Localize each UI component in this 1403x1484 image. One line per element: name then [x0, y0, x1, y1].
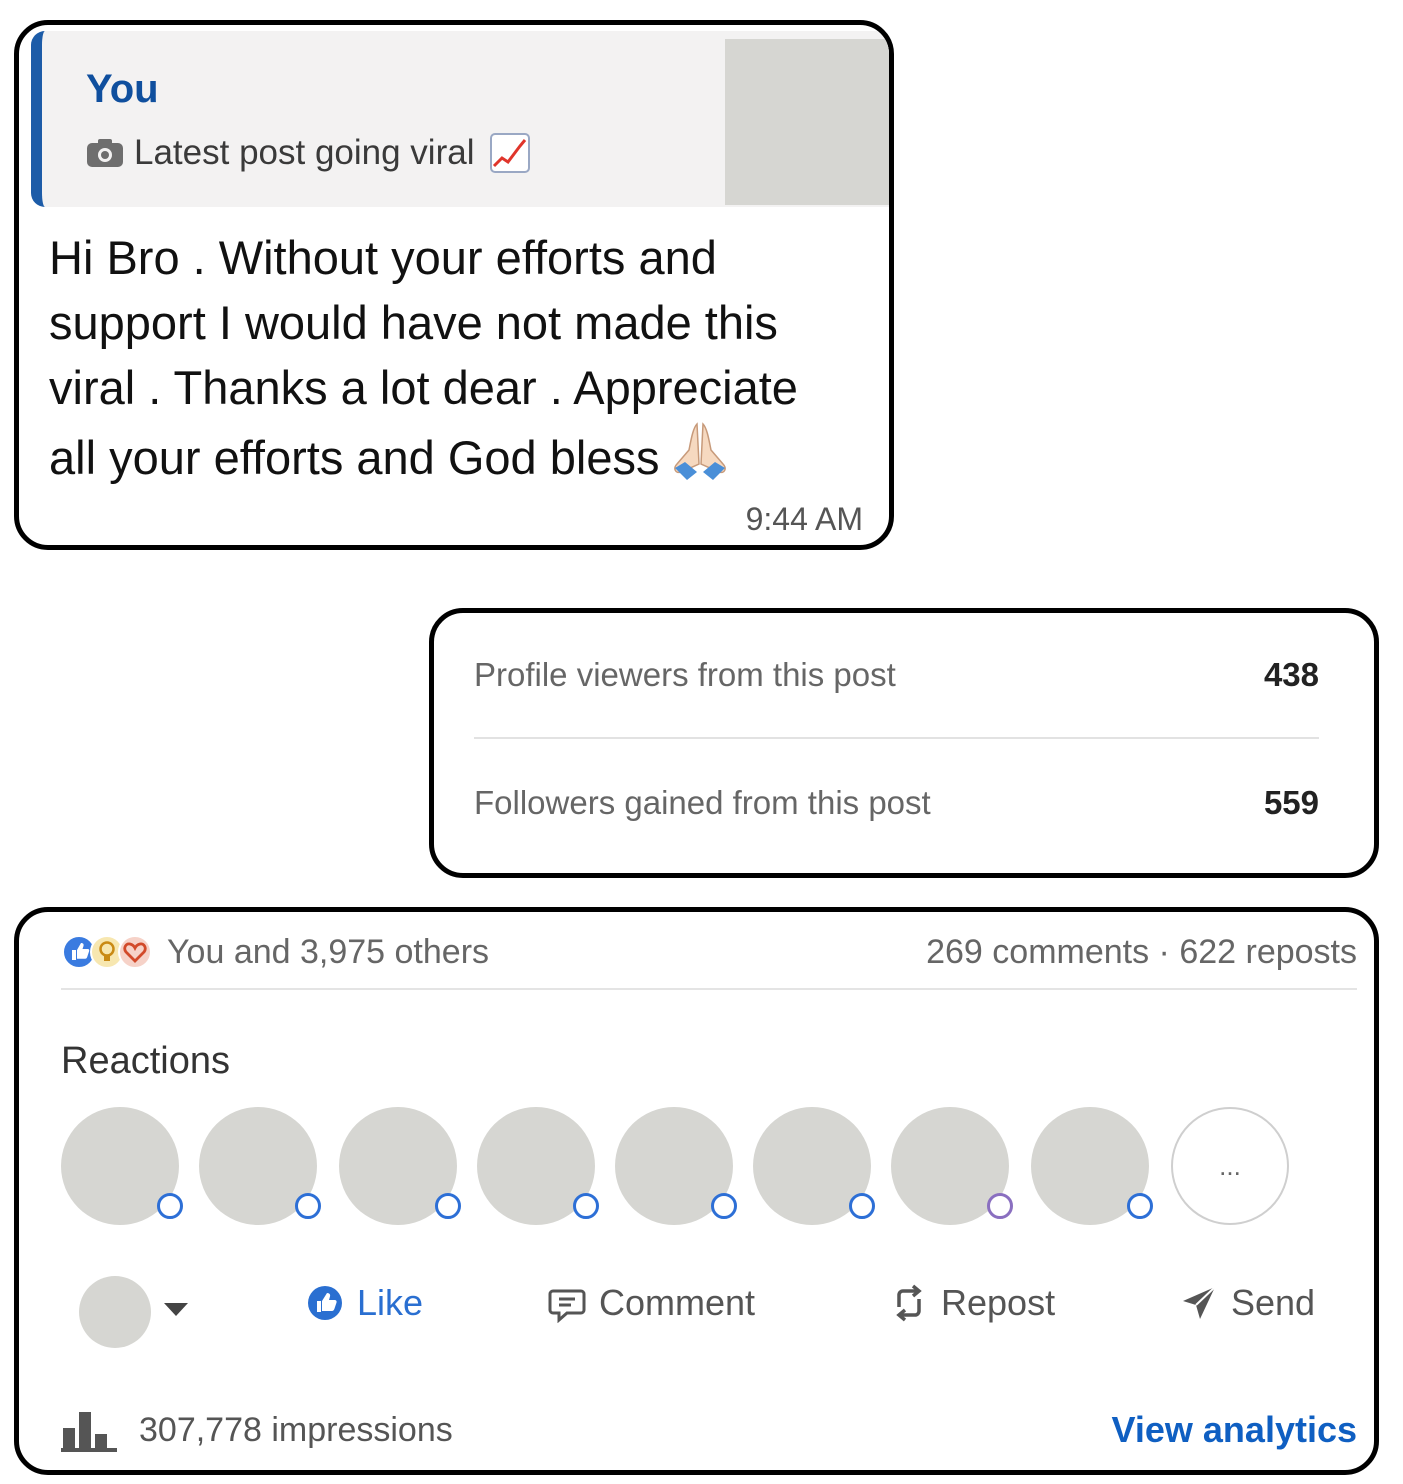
reactors-count: You and 3,975 others	[167, 932, 490, 971]
reactions-summary[interactable]: You and 3,975 others	[61, 933, 489, 972]
repost-button[interactable]: Repost	[889, 1282, 1055, 1324]
celebrate-badge-icon	[987, 1193, 1013, 1219]
post-stats-card: Profile viewers from this post 438 Follo…	[429, 608, 1379, 878]
like-badge-icon	[157, 1193, 183, 1219]
reactor-avatar[interactable]	[753, 1107, 875, 1225]
stat-row-followers-gained[interactable]: Followers gained from this post 559	[474, 773, 1319, 833]
social-card: You and 3,975 others 269 comments · 622 …	[14, 907, 1379, 1475]
divider	[61, 988, 1357, 990]
reactor-avatar[interactable]	[199, 1107, 321, 1225]
send-label: Send	[1231, 1282, 1316, 1323]
action-bar: Like Comment Repost Send	[79, 1276, 1359, 1352]
reactor-avatar[interactable]	[339, 1107, 461, 1225]
bar-chart-icon	[61, 1412, 117, 1452]
like-badge-icon	[573, 1193, 599, 1219]
stat-value: 438	[1263, 656, 1319, 693]
reactor-avatar[interactable]	[891, 1107, 1013, 1225]
stat-label: Profile viewers from this post	[474, 656, 896, 693]
message-body: Hi Bro . Without your efforts and suppor…	[49, 225, 879, 490]
like-badge-icon	[435, 1193, 461, 1219]
message-line: Hi Bro . Without your efforts and	[49, 231, 717, 284]
comments-reposts-count[interactable]: 269 comments · 622 reposts	[926, 933, 1357, 972]
quoted-post[interactable]: You Latest post going viral	[31, 31, 889, 207]
reactor-avatars: ...	[61, 1107, 1321, 1231]
comment-button[interactable]: Comment	[547, 1282, 755, 1324]
repost-icon	[896, 1284, 922, 1322]
impressions-row: 307,778 impressions View analytics	[61, 1404, 1357, 1456]
message-card: You Latest post going viral Hi Bro . Wit…	[14, 20, 894, 550]
folded-hands-icon	[674, 422, 727, 480]
love-reaction-icon	[118, 935, 152, 969]
repost-label: Repost	[941, 1282, 1056, 1323]
divider	[474, 737, 1319, 739]
reactor-avatar[interactable]	[615, 1107, 737, 1225]
impressions-count: 307,778 impressions	[139, 1410, 453, 1449]
camera-icon	[87, 139, 123, 167]
quote-author: You	[86, 67, 159, 111]
impressions[interactable]: 307,778 impressions	[61, 1408, 453, 1452]
reactions-heading: Reactions	[61, 1040, 230, 1082]
like-button[interactable]: Like	[305, 1282, 423, 1324]
quote-text-row: Latest post going viral	[86, 133, 531, 173]
send-icon	[1183, 1286, 1216, 1319]
send-button[interactable]: Send	[1179, 1282, 1315, 1324]
message-timestamp: 9:44 AM	[745, 501, 863, 537]
like-badge-icon	[295, 1193, 321, 1219]
like-badge-icon	[849, 1193, 875, 1219]
stat-row-profile-viewers[interactable]: Profile viewers from this post 438	[474, 645, 1319, 705]
stat-label: Followers gained from this post	[474, 784, 931, 821]
chevron-down-icon[interactable]	[163, 1302, 189, 1318]
like-icon	[308, 1286, 342, 1320]
like-badge-icon	[711, 1193, 737, 1219]
like-label: Like	[357, 1282, 424, 1323]
reactor-avatar[interactable]	[477, 1107, 599, 1225]
chart-increasing-icon	[490, 133, 531, 173]
message-line: all your efforts and God bless	[49, 420, 879, 490]
reactor-avatar[interactable]	[1031, 1107, 1153, 1225]
stat-value: 559	[1263, 784, 1319, 821]
view-analytics-link[interactable]: View analytics	[1112, 1409, 1357, 1451]
comment-label: Comment	[599, 1282, 756, 1323]
message-line: support I would have not made this	[49, 296, 778, 349]
message-line: viral . Thanks a lot dear . Appreciate	[49, 361, 798, 414]
comment-icon	[548, 1289, 586, 1323]
quote-text: Latest post going viral	[134, 133, 475, 172]
reactor-avatar[interactable]	[61, 1107, 183, 1225]
post-thumbnail[interactable]	[725, 39, 889, 205]
acting-as-avatar[interactable]	[79, 1276, 151, 1348]
like-badge-icon	[1127, 1193, 1153, 1219]
social-counts-row: You and 3,975 others 269 comments · 622 …	[61, 926, 1357, 978]
more-reactors-button[interactable]: ...	[1171, 1107, 1289, 1225]
